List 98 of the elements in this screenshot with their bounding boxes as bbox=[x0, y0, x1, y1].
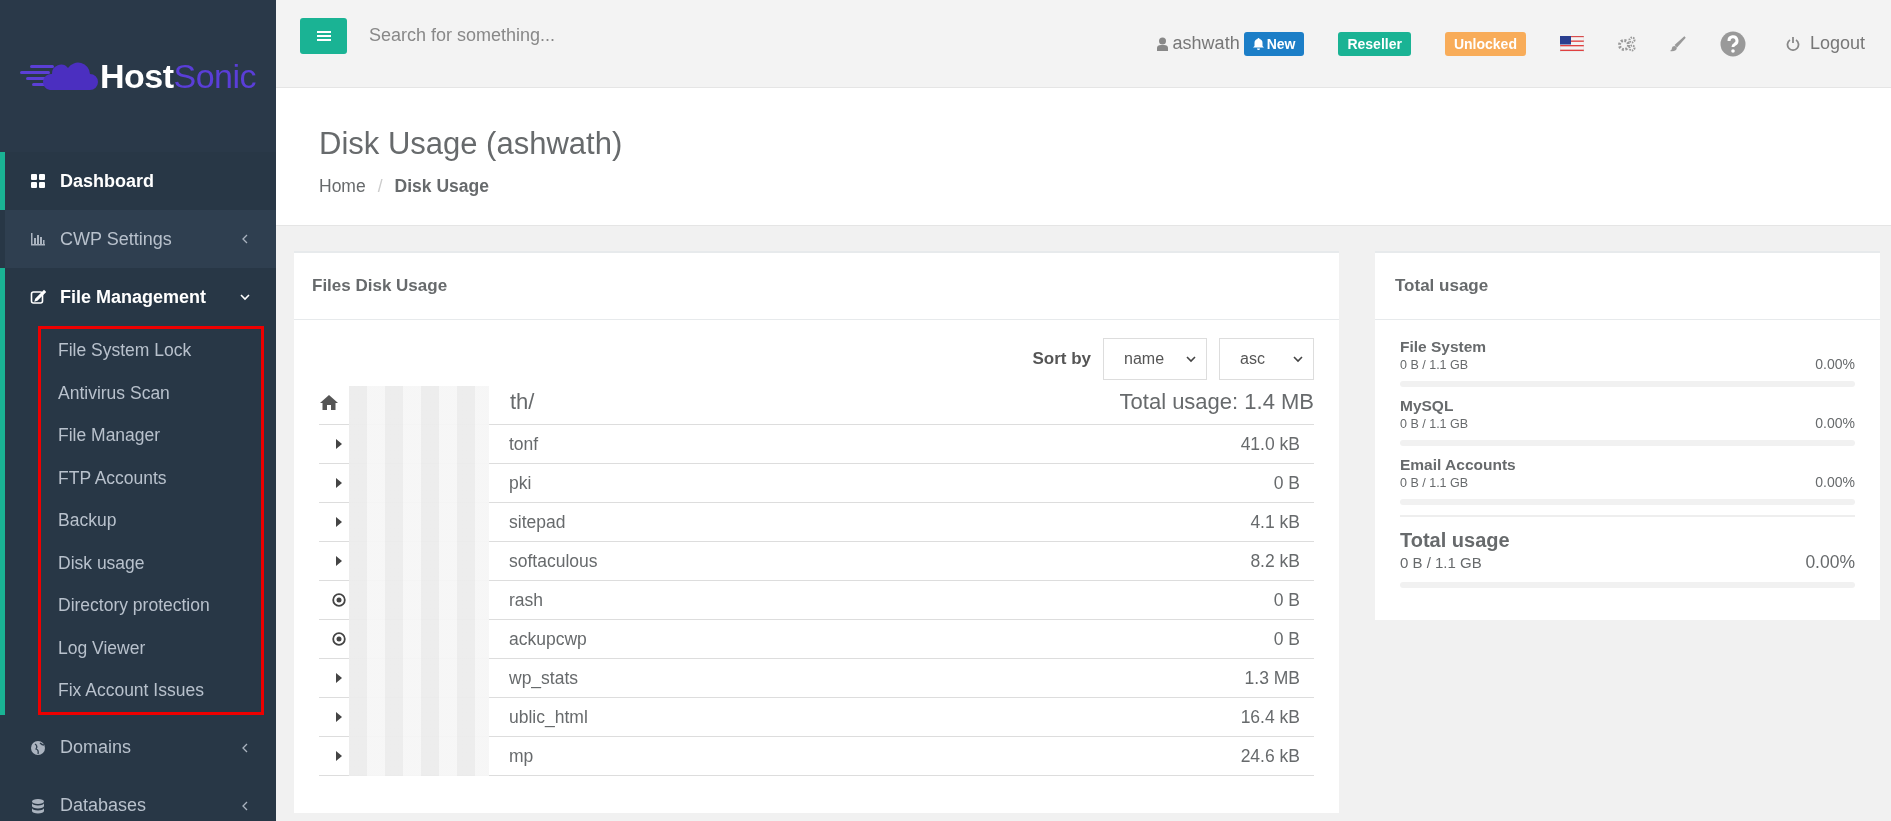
chevron-left-icon bbox=[240, 234, 250, 244]
sidebar-item[interactable]: File Management bbox=[5, 268, 276, 326]
file-row[interactable]: ublic_html 16.4 kB bbox=[319, 698, 1314, 737]
panel-title: Files Disk Usage bbox=[294, 253, 1339, 320]
chevron-down-icon bbox=[240, 292, 250, 302]
sort-field-select[interactable]: name bbox=[1103, 338, 1207, 380]
circle-dot-icon bbox=[332, 593, 346, 607]
usage-amount: 0 B / 1.1 GB bbox=[1400, 476, 1469, 490]
username-text: ashwath bbox=[1172, 33, 1240, 54]
file-size: 8.2 kB bbox=[1250, 550, 1300, 572]
file-name: wp_stats bbox=[509, 667, 579, 689]
circle-dot-icon bbox=[332, 632, 346, 646]
caret-right-icon bbox=[336, 556, 342, 566]
current-path: th/ bbox=[510, 389, 535, 415]
file-size: 0 B bbox=[1273, 472, 1300, 494]
bar-chart-icon bbox=[30, 231, 46, 247]
user-icon bbox=[1156, 36, 1168, 51]
file-size: 0 B bbox=[1273, 628, 1300, 650]
usage-percent: 0.00% bbox=[1815, 356, 1855, 372]
usage-amount: 0 B / 1.1 GB bbox=[1400, 417, 1469, 431]
chevron-left-icon bbox=[240, 742, 250, 753]
sort-order-select[interactable]: asc bbox=[1219, 338, 1314, 380]
usage-amount: 0 B / 1.1 GB bbox=[1400, 554, 1482, 571]
file-name: tonf bbox=[509, 433, 539, 455]
help-icon[interactable] bbox=[1719, 30, 1746, 57]
caret-right-icon bbox=[336, 751, 342, 761]
file-name: mp bbox=[509, 745, 534, 767]
file-row[interactable]: mp 24.6 kB bbox=[319, 737, 1314, 776]
sidebar-item[interactable]: Domains bbox=[5, 718, 276, 777]
usage-percent: 0.00% bbox=[1815, 474, 1855, 490]
submenu-item[interactable]: Directory protection bbox=[58, 584, 261, 627]
home-icon[interactable] bbox=[320, 394, 338, 410]
file-row[interactable]: sitepad 4.1 kB bbox=[319, 503, 1314, 542]
caret-right-icon bbox=[336, 478, 342, 488]
database-icon bbox=[30, 797, 46, 814]
menu-icon bbox=[316, 29, 331, 42]
total-usage-text: Total usage: 1.4 MB bbox=[1119, 389, 1314, 415]
caret-right-icon bbox=[336, 439, 342, 449]
file-row[interactable]: tonf 41.0 kB bbox=[319, 425, 1314, 464]
usage-percent: 0.00% bbox=[1815, 415, 1855, 431]
submenu-item[interactable]: File System Lock bbox=[58, 329, 261, 372]
file-size: 24.6 kB bbox=[1240, 745, 1300, 767]
submenu-item[interactable]: Backup bbox=[58, 499, 261, 542]
us-flag-icon[interactable] bbox=[1559, 35, 1584, 52]
sort-label: Sort by bbox=[1032, 349, 1091, 369]
brand-logo-text: HostSonic bbox=[99, 56, 257, 96]
file-name: ackupcwp bbox=[509, 628, 587, 650]
panel-title: Total usage bbox=[1375, 253, 1880, 320]
sidebar-item[interactable]: CWP Settings bbox=[5, 210, 276, 268]
file-name: softaculous bbox=[509, 550, 598, 572]
caret-right-icon bbox=[336, 673, 342, 683]
caret-right-icon bbox=[336, 517, 342, 527]
breadcrumb-separator: / bbox=[377, 176, 383, 197]
file-row[interactable]: softaculous 8.2 kB bbox=[319, 542, 1314, 581]
sidebar-item[interactable]: Dashboard bbox=[5, 152, 276, 210]
power-icon bbox=[1785, 36, 1800, 51]
file-size: 0 B bbox=[1273, 589, 1300, 611]
menu-button[interactable] bbox=[300, 17, 347, 54]
brush-icon[interactable] bbox=[1669, 35, 1686, 52]
chevron-down-icon bbox=[1293, 355, 1303, 363]
file-row[interactable]: pki 0 B bbox=[319, 464, 1314, 503]
breadcrumb-item[interactable]: Home bbox=[319, 176, 366, 197]
submenu-item[interactable]: Antivirus Scan bbox=[58, 371, 261, 414]
chevron-left-icon bbox=[240, 800, 250, 811]
submenu-item[interactable]: Disk usage bbox=[58, 541, 261, 584]
usage-label: MySQL bbox=[1400, 397, 1455, 415]
file-row[interactable]: rash 0 B bbox=[319, 581, 1314, 620]
file-size: 41.0 kB bbox=[1240, 433, 1300, 455]
file-name: pki bbox=[509, 472, 532, 494]
status-badge[interactable]: New bbox=[1243, 31, 1305, 56]
search-field[interactable]: Search for something... bbox=[367, 24, 771, 47]
file-row[interactable]: wp_stats 1.3 MB bbox=[319, 659, 1314, 698]
page-title: Disk Usage (ashwath) bbox=[319, 125, 624, 162]
usage-percent: 0.00% bbox=[1805, 552, 1855, 573]
submenu-item[interactable]: File Manager bbox=[58, 414, 261, 457]
usage-amount: 0 B / 1.1 GB bbox=[1400, 358, 1469, 372]
sidebar-item[interactable]: Databases bbox=[5, 776, 276, 821]
submenu-item[interactable]: Fix Account Issues bbox=[58, 669, 261, 712]
logout-button[interactable]: Logout bbox=[1779, 32, 1871, 55]
submenu-item[interactable]: FTP Accounts bbox=[58, 456, 261, 499]
globe-icon bbox=[30, 739, 46, 756]
file-size: 1.3 MB bbox=[1244, 667, 1300, 689]
usage-label: Total usage bbox=[1400, 529, 1511, 552]
grid-icon bbox=[30, 173, 46, 189]
edit-icon bbox=[30, 289, 46, 305]
bell-icon bbox=[1252, 37, 1264, 50]
file-size: 16.4 kB bbox=[1240, 706, 1300, 728]
file-size: 4.1 kB bbox=[1250, 511, 1300, 533]
usage-label: File System bbox=[1400, 338, 1488, 356]
chevron-down-icon bbox=[1186, 355, 1196, 363]
file-name: rash bbox=[509, 589, 544, 611]
breadcrumb-item: Disk Usage bbox=[394, 176, 489, 197]
file-name: sitepad bbox=[509, 511, 566, 533]
usage-label: Email Accounts bbox=[1400, 456, 1517, 474]
caret-right-icon bbox=[336, 712, 342, 722]
file-name: ublic_html bbox=[509, 706, 588, 728]
submenu-item[interactable]: Log Viewer bbox=[58, 626, 261, 669]
file-row[interactable]: ackupcwp 0 B bbox=[319, 620, 1314, 659]
